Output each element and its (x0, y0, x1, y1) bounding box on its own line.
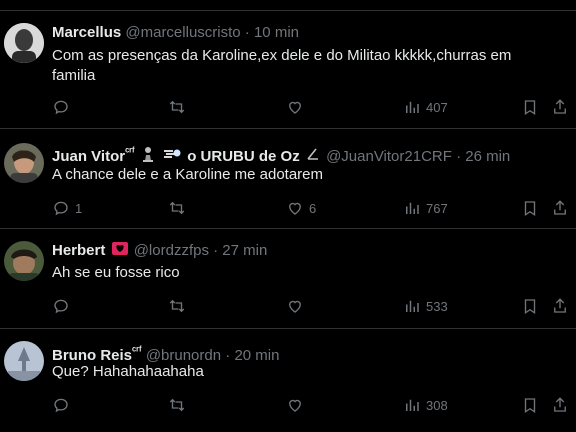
reply-icon (54, 100, 68, 115)
reply-button[interactable] (52, 296, 75, 316)
like-count: 6 (309, 200, 317, 216)
avatar[interactable] (4, 241, 44, 281)
heart-icon (289, 202, 301, 215)
views-button[interactable]: 308 (403, 395, 448, 415)
tweet[interactable]: Juan Vitorᶜʳᶠ o URUBU de Oz @JuanVitor21… (0, 128, 576, 228)
bookmark-icon (524, 398, 536, 414)
user-handle[interactable]: @JuanVitor21CRF (326, 148, 452, 165)
bookmark-button[interactable] (521, 97, 539, 117)
reply-count: 1 (75, 200, 83, 216)
avatar-image (4, 143, 44, 183)
like-button[interactable] (286, 296, 309, 316)
share-button[interactable] (551, 395, 569, 415)
separator-dot: · (456, 148, 462, 165)
display-name-suffix[interactable]: o URUBU de Oz (187, 148, 300, 165)
retweet-button[interactable] (168, 395, 191, 415)
bookmark-button[interactable] (521, 296, 539, 316)
views-button[interactable]: 767 (403, 198, 448, 218)
retweet-icon (169, 100, 185, 114)
reply-button[interactable]: 1 (52, 198, 82, 218)
avatar[interactable] (4, 23, 44, 63)
timestamp[interactable]: 27 min (222, 242, 267, 259)
tweet-header: Herbert @lordzzfps · 27 min (52, 241, 267, 261)
retweet-button[interactable] (168, 198, 191, 218)
reply-icon (54, 201, 68, 216)
heart-letter-icon (111, 241, 128, 261)
name-badge: ᶜʳᶠ (125, 146, 135, 158)
retweet-icon (169, 398, 185, 412)
tweet-text: Que? Hahahahaahaha (52, 363, 204, 380)
reply-button[interactable] (52, 395, 75, 415)
display-name[interactable]: Marcellus (52, 24, 121, 41)
tweet-header: Bruno Reisᶜʳᶠ @brunordn · 20 min (52, 341, 279, 364)
bookmark-icon (524, 201, 536, 217)
share-button[interactable] (551, 198, 569, 218)
display-name[interactable]: Juan Vitor (52, 148, 125, 165)
views-icon (406, 202, 419, 214)
views-icon (406, 300, 419, 312)
tweet[interactable]: Bruno Reisᶜʳᶠ @brunordn · 20 min Que? Ha… (0, 328, 576, 432)
like-button[interactable]: 6 (286, 198, 316, 218)
avatar-image (4, 241, 44, 281)
avatar-image (4, 341, 44, 381)
tweet[interactable]: Marcellus @marcelluscristo · 10 min Com … (0, 10, 576, 128)
tweet-header: Juan Vitorᶜʳᶠ o URUBU de Oz @JuanVitor21… (52, 142, 510, 165)
like-button[interactable] (286, 97, 309, 117)
avatar[interactable] (4, 143, 44, 183)
tweet[interactable]: Herbert @lordzzfps · 27 min Ah se eu fos… (0, 228, 576, 328)
views-button[interactable]: 407 (403, 97, 448, 117)
share-icon (554, 99, 566, 114)
timestamp[interactable]: 10 min (254, 24, 299, 41)
retweet-button[interactable] (168, 97, 191, 117)
views-count: 533 (426, 298, 448, 314)
views-count: 767 (426, 200, 448, 216)
avatar[interactable] (4, 341, 44, 381)
share-icon (554, 298, 566, 313)
retweet-button[interactable] (168, 296, 191, 316)
heart-icon (289, 101, 301, 114)
name-badge: ᶜʳᶠ (132, 345, 142, 357)
timestamp[interactable]: 26 min (465, 148, 510, 165)
user-handle[interactable]: @marcelluscristo (125, 24, 240, 41)
views-button[interactable]: 533 (403, 296, 448, 316)
like-button[interactable] (286, 395, 309, 415)
separator-dot: · (244, 24, 250, 41)
share-icon (554, 397, 566, 412)
reply-icon (54, 398, 68, 413)
heart-icon (289, 300, 301, 313)
share-button[interactable] (551, 296, 569, 316)
bookmark-icon (524, 100, 536, 116)
bookmark-button[interactable] (521, 198, 539, 218)
bookmark-button[interactable] (521, 395, 539, 415)
reply-button[interactable] (52, 97, 75, 117)
views-count: 308 (426, 397, 448, 413)
avatar-image (4, 23, 44, 63)
reply-icon (54, 299, 68, 314)
retweet-icon (169, 299, 185, 313)
bookmark-icon (524, 299, 536, 315)
tweet-text: Ah se eu fosse rico (52, 264, 180, 281)
tweet-header: Marcellus @marcelluscristo · 10 min (52, 23, 299, 43)
views-icon (406, 399, 419, 411)
heart-icon (289, 399, 301, 412)
display-name[interactable]: Herbert (52, 242, 105, 259)
share-button[interactable] (551, 97, 569, 117)
user-handle[interactable]: @lordzzfps (134, 242, 209, 259)
separator-dot: · (213, 242, 219, 259)
retweet-icon (169, 201, 185, 215)
views-count: 407 (426, 99, 448, 115)
tweet-text: A chance dele e a Karoline me adotarem (52, 166, 324, 183)
share-icon (554, 200, 566, 215)
tweet-text: Com as presenças da Karoline,ex dele e d… (52, 47, 512, 84)
views-icon (406, 101, 419, 113)
